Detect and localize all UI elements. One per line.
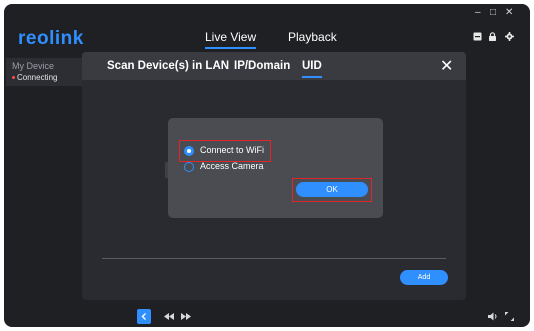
- tab-live-view[interactable]: Live View: [205, 30, 257, 49]
- divider: [102, 258, 446, 259]
- tab-scan-lan[interactable]: Scan Device(s) in LAN: [107, 60, 229, 72]
- dialog-header: Scan Device(s) in LAN IP/Domain UID ✕: [82, 52, 466, 80]
- device-status: Connecting: [12, 73, 57, 82]
- radio-unselected-icon[interactable]: [184, 162, 194, 172]
- tab-uid[interactable]: UID: [302, 60, 322, 78]
- tab-ip-domain[interactable]: IP/Domain: [234, 60, 290, 72]
- minimize-button[interactable]: –: [475, 6, 481, 20]
- download-icon[interactable]: [473, 32, 482, 41]
- volume-icon[interactable]: [488, 312, 499, 321]
- close-window-button[interactable]: ✕: [505, 6, 513, 20]
- highlight-box: [292, 178, 372, 202]
- add-button[interactable]: Add: [400, 270, 448, 285]
- device-list-sidebar[interactable]: My Device Connecting: [6, 58, 82, 86]
- connection-mode-popup: Connect to WiFi Access Camera OK: [168, 118, 383, 218]
- gear-icon[interactable]: [505, 32, 514, 41]
- device-status-label: Connecting: [17, 73, 58, 82]
- app-logo: reolink: [18, 28, 84, 49]
- sidebar-title: My Device: [12, 61, 55, 71]
- app-window: – □ ✕ reolink Live View Playback My Devi…: [4, 4, 530, 327]
- playback-controls: [4, 307, 530, 327]
- option-label: Access Camera: [200, 161, 264, 171]
- fullscreen-icon[interactable]: [505, 312, 514, 321]
- lock-icon[interactable]: [488, 32, 497, 41]
- rewind-icon[interactable]: [164, 313, 174, 320]
- chevron-left-icon[interactable]: [137, 309, 151, 324]
- dialog-close-button[interactable]: ✕: [440, 56, 453, 76]
- tab-playback[interactable]: Playback: [288, 30, 337, 44]
- maximize-button[interactable]: □: [490, 6, 496, 20]
- fast-forward-icon[interactable]: [181, 313, 191, 320]
- status-dot-icon: [12, 76, 15, 80]
- option-access-camera[interactable]: Access Camera: [184, 158, 284, 176]
